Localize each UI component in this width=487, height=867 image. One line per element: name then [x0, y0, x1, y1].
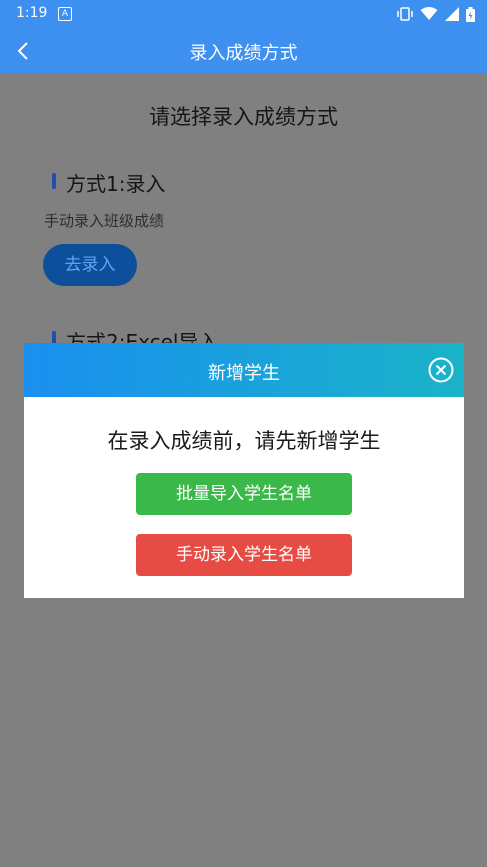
notification-icon: A [58, 7, 72, 21]
battery-icon [466, 6, 475, 22]
close-icon[interactable] [428, 357, 454, 383]
dialog-header: 新增学生 [24, 343, 464, 397]
status-icons [397, 5, 475, 23]
status-time: 1:19 [16, 5, 48, 21]
add-student-dialog: 新增学生 在录入成绩前，请先新增学生 批量导入学生名单 手动录入学生名单 [24, 343, 464, 598]
wifi-icon [420, 7, 438, 20]
batch-import-button[interactable]: 批量导入学生名单 [136, 473, 352, 515]
method1-description: 手动录入班级成绩 [44, 212, 165, 230]
dialog-message: 在录入成绩前，请先新增学生 [107, 429, 381, 453]
manual-entry-button[interactable]: 手动录入学生名单 [136, 534, 352, 576]
vibrate-icon [397, 7, 413, 21]
go-enter-button[interactable]: 去录入 [43, 244, 137, 286]
method1-title-text: 方式1:录入 [66, 172, 166, 196]
dialog-title: 新增学生 [208, 363, 280, 384]
method1-title: 方式1:录入 [52, 168, 165, 197]
page-title: 录入成绩方式 [189, 43, 298, 64]
signal-icon [445, 7, 459, 21]
app-bar: 录入成绩方式 [0, 28, 487, 74]
section-heading: 请选择录入成绩方式 [149, 105, 338, 129]
method1-marker [52, 173, 56, 189]
status-bar: 1:19 A [0, 0, 487, 28]
